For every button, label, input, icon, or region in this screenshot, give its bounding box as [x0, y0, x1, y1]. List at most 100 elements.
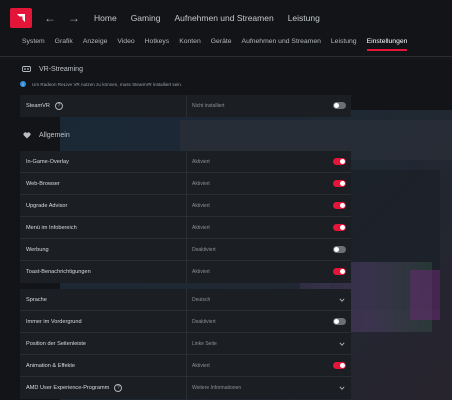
setting-value[interactable]: Weitere Informationen	[187, 377, 351, 399]
setting-label-cell: SteamVR?	[20, 95, 187, 117]
section-title: VR-Streaming	[39, 65, 83, 73]
tab-grafik[interactable]: Grafik	[55, 36, 73, 45]
tab-konten[interactable]: Konten	[179, 36, 201, 45]
setting-value: Nicht installiert	[192, 103, 225, 109]
setting-label: Sprache	[26, 296, 47, 303]
toggle-knob	[340, 269, 345, 274]
setting-label: In-Game-Overlay	[26, 158, 69, 165]
setting-label: Position der Seitenleiste	[26, 340, 87, 347]
setting-label: Upgrade Advisor	[26, 202, 68, 209]
info-note: i Um Radeon ReLive VR nutzen zu können, …	[0, 77, 452, 91]
section-vr-streaming: VR-Streaming	[0, 61, 452, 77]
setting-value: Aktiviert	[192, 158, 210, 165]
setting-row-upgrade-advisor: Upgrade Advisor Aktiviert	[20, 195, 351, 217]
setting-value: Deaktiviert	[192, 318, 216, 325]
setting-label: Animation & Effekte	[26, 362, 76, 369]
setting-label-cell: Position der Seitenleiste	[20, 333, 187, 354]
setting-row-toast-benachrichtigungen: Toast-Benachrichtigungen Aktiviert	[20, 261, 351, 283]
top-bar: ← → Home Gaming Aufnehmen und Streamen Leis…	[0, 0, 452, 36]
toggle-knob	[334, 103, 339, 108]
setting-row-werbung: Werbung Deaktiviert	[20, 239, 351, 261]
amd-logo-icon[interactable]	[10, 8, 32, 28]
setting-value: Aktiviert	[192, 202, 210, 209]
setting-row-sprache: Sprache Deutsch	[20, 289, 351, 311]
setting-row-immer-im-vordergrund: Immer im Vordergrund Deaktiviert	[20, 311, 351, 333]
heart-icon	[22, 131, 31, 140]
tab-gerate[interactable]: Geräte	[211, 36, 232, 45]
info-icon: i	[20, 81, 26, 87]
setting-label-cell: Toast-Benachrichtigungen	[20, 261, 187, 283]
setting-row-position-der-seitenleiste: Position der Seitenleiste Linke Seite	[20, 333, 351, 355]
toggle-switch[interactable]	[333, 158, 346, 165]
tab-anzeige[interactable]: Anzeige	[83, 36, 108, 45]
arrow-left-icon[interactable]: ←	[44, 11, 56, 25]
top-nav-item-home[interactable]: Home	[94, 13, 117, 23]
tab-leistung[interactable]: Leistung	[331, 36, 357, 45]
toggle-switch[interactable]	[333, 102, 346, 109]
chevron-down-icon[interactable]	[339, 297, 345, 303]
setting-label: SteamVR	[26, 103, 50, 109]
setting-value: Aktiviert	[192, 224, 210, 231]
setting-row-steamvr: SteamVR? Nicht installiert	[20, 95, 351, 117]
setting-value: Aktiviert	[192, 180, 210, 187]
setting-label: Immer im Vordergrund	[26, 318, 82, 325]
setting-label-cell: Sprache	[20, 289, 187, 310]
setting-row-menu-im-infobereich: Menü im Infobereich Aktiviert	[20, 217, 351, 239]
setting-label-cell: Upgrade Advisor	[20, 195, 187, 216]
toggle-knob	[340, 363, 345, 368]
vr-headset-icon	[22, 65, 31, 74]
setting-row-in-game-overlay: In-Game-Overlay Aktiviert	[20, 151, 351, 173]
misc-settings-panel: Sprache Deutsch Immer im Vordergrund Deakti…	[20, 289, 351, 399]
top-navigation: Home Gaming Aufnehmen und Streamen Leistung	[94, 13, 334, 23]
toggle-switch[interactable]	[333, 318, 346, 325]
setting-value: Deaktiviert	[192, 246, 216, 253]
top-nav-item-gaming[interactable]: Gaming	[131, 13, 161, 23]
setting-row-web-browser: Web-Browser Aktiviert	[20, 173, 351, 195]
setting-label: Web-Browser	[26, 180, 60, 187]
help-icon[interactable]: ?	[114, 384, 123, 392]
toggle-switch[interactable]	[333, 180, 346, 187]
setting-label-cell: Menü im Infobereich	[20, 217, 187, 238]
setting-label-cell: In-Game-Overlay	[20, 151, 187, 172]
tab-aufnehmen-und-streamen[interactable]: Aufnehmen und Streamen	[242, 36, 321, 45]
toggle-knob	[340, 225, 345, 230]
top-nav-item-leistung[interactable]: Leistung	[288, 13, 320, 23]
setting-value: Aktiviert	[192, 269, 210, 275]
general-settings-panel: In-Game-Overlay Aktiviert Web-Browser Aktiv…	[20, 151, 351, 283]
setting-row-animation-effekte: Animation & Effekte Aktiviert	[20, 355, 351, 377]
toggle-switch[interactable]	[333, 224, 346, 231]
help-icon[interactable]: ?	[54, 102, 63, 110]
top-nav-item-aufnehmen-und-streamen[interactable]: Aufnehmen und Streamen	[174, 13, 273, 23]
toggle-switch[interactable]	[333, 246, 346, 253]
setting-label-cell: Animation & Effekte	[20, 355, 187, 376]
setting-label-cell: Immer im Vordergrund	[20, 311, 187, 332]
setting-value: Aktiviert	[192, 362, 210, 369]
setting-label-cell: Werbung	[20, 239, 187, 260]
setting-label-cell: AMD User Experience-Programm?	[20, 377, 187, 399]
toggle-switch[interactable]	[333, 268, 346, 275]
settings-tabs: System Grafik Anzeige Video Hotkeys Konten Ger…	[0, 36, 452, 56]
tab-video[interactable]: Video	[117, 36, 134, 45]
toggle-switch[interactable]	[333, 202, 346, 209]
setting-label: AMD User Experience-Programm	[26, 385, 110, 391]
setting-label: Werbung	[26, 246, 49, 253]
toggle-knob	[334, 247, 339, 252]
toggle-knob	[340, 181, 345, 186]
setting-label-cell: Web-Browser	[20, 173, 187, 194]
arrow-right-icon[interactable]: →	[68, 11, 80, 25]
chevron-down-icon[interactable]	[339, 341, 345, 347]
toggle-switch[interactable]	[333, 362, 346, 369]
tab-system[interactable]: System	[22, 36, 45, 45]
setting-row-amd-user-experience-programm: AMD User Experience-Programm? Weitere Inf…	[20, 377, 351, 399]
section-general: Allgemein	[0, 127, 452, 143]
setting-value[interactable]: Linke Seite	[187, 333, 351, 354]
tab-hotkeys[interactable]: Hotkeys	[145, 36, 170, 45]
vr-settings-panel: SteamVR? Nicht installiert	[20, 95, 351, 117]
tab-einstellungen[interactable]: Einstellungen	[366, 36, 408, 51]
chevron-down-icon[interactable]	[339, 385, 345, 391]
section-title: Allgemein	[39, 131, 70, 139]
setting-label: Toast-Benachrichtigungen	[26, 269, 91, 275]
toggle-knob	[334, 319, 339, 324]
setting-label: Menü im Infobereich	[26, 224, 77, 231]
setting-value[interactable]: Deutsch	[187, 289, 351, 310]
